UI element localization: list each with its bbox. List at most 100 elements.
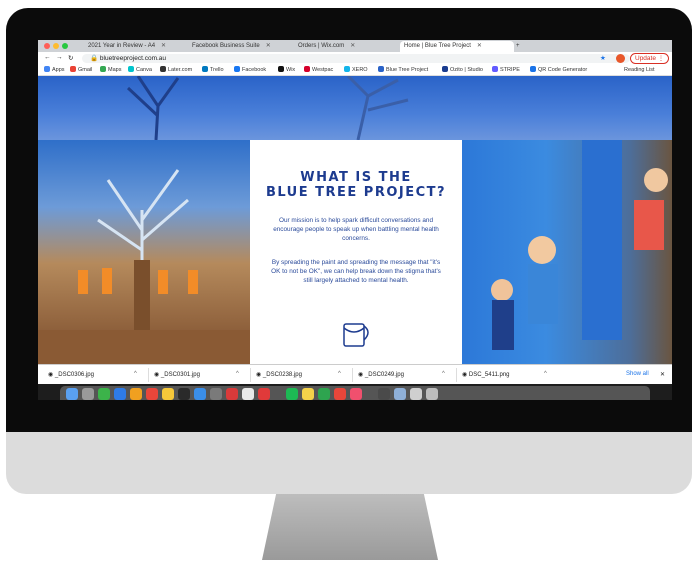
bookmark-label: Trello: [210, 67, 224, 73]
tab-wix-orders[interactable]: Orders | Wix.com ✕: [294, 41, 398, 52]
download-filename: _DSC0249.jpg: [364, 372, 404, 378]
hero-image: [38, 76, 672, 141]
reading-list[interactable]: Reading List: [624, 66, 655, 74]
minimize-window-icon[interactable]: [53, 43, 59, 49]
address-bar[interactable]: 🔒 bluetreeproject.com.au: [82, 54, 630, 63]
canva-icon: [128, 66, 134, 72]
trash-icon[interactable]: [426, 388, 438, 400]
music-icon[interactable]: [226, 388, 238, 400]
chrome-icon[interactable]: [242, 388, 254, 400]
downloads-bar: ◉ _DSC0306.jpg ^ ◉ _DSC0301.jpg ^ ◉ _DSC…: [38, 364, 672, 385]
bookmark-wix[interactable]: Wix: [278, 66, 295, 74]
close-icon[interactable]: ✕: [350, 43, 355, 49]
bookmark-westpac[interactable]: Westpac: [304, 66, 333, 74]
outback-tree-photo: [38, 140, 250, 364]
mail-icon[interactable]: [114, 388, 126, 400]
show-all-link[interactable]: Show all: [626, 371, 649, 377]
file-icon: ◉: [154, 372, 161, 378]
photo-booth-icon[interactable]: [334, 388, 346, 400]
tab-facebook-business[interactable]: Facebook Business Suite ✕: [188, 41, 292, 52]
bookmark-trello[interactable]: Trello: [202, 66, 224, 74]
bookmark-blue-tree[interactable]: Blue Tree Project: [378, 66, 428, 74]
tab-blue-tree-home[interactable]: Home | Blue Tree Project ✕: [400, 41, 514, 52]
xero-icon: [344, 66, 350, 72]
divider: [250, 368, 251, 382]
close-window-icon[interactable]: [44, 43, 50, 49]
bookmark-ozito[interactable]: Ozito | Studio: [442, 66, 483, 74]
maximize-window-icon[interactable]: [62, 43, 68, 49]
notes-icon[interactable]: [162, 388, 174, 400]
bookmark-xero[interactable]: XERO: [344, 66, 368, 74]
message-paragraph: By spreading the paint and spreading the…: [271, 259, 441, 284]
tab-year-in-review[interactable]: 2021 Year in Review - A4 ✕: [84, 41, 188, 52]
acrobat-icon[interactable]: [350, 388, 362, 400]
downloads-folder-icon[interactable]: [378, 388, 390, 400]
desktop-folder-icon[interactable]: [394, 388, 406, 400]
tab-label: Home | Blue Tree Project: [404, 43, 471, 49]
chevron-up-icon[interactable]: ^: [134, 371, 137, 377]
news-icon[interactable]: [258, 388, 270, 400]
close-icon[interactable]: ✕: [660, 371, 665, 378]
update-button[interactable]: Update ⋮: [630, 53, 670, 64]
download-filename: DSC_5411.png: [468, 372, 510, 378]
spotify-icon[interactable]: [286, 388, 298, 400]
messages-icon[interactable]: [98, 388, 110, 400]
profile-avatar[interactable]: [616, 54, 625, 63]
bookmark-qr[interactable]: QR Code Generator: [530, 66, 587, 74]
bookmark-facebook[interactable]: Facebook: [234, 66, 266, 74]
bookmark-canva[interactable]: Canva: [128, 66, 152, 74]
paint-bucket-icon: [343, 323, 369, 347]
download-item[interactable]: ◉ _DSC0301.jpg: [154, 371, 200, 378]
divider: [456, 368, 457, 382]
intro-panel: WHAT IS THE BLUE TREE PROJECT? Our missi…: [250, 140, 462, 364]
finder-icon[interactable]: [66, 388, 78, 400]
blue-tree-branches-image: [126, 76, 409, 141]
trello-icon: [202, 66, 208, 72]
back-icon[interactable]: ←: [44, 54, 51, 61]
download-item[interactable]: ◉ _DSC0306.jpg: [48, 371, 94, 378]
download-filename: _DSC0238.jpg: [262, 372, 302, 378]
new-tab-icon[interactable]: +: [512, 41, 526, 52]
bookmark-maps[interactable]: Maps: [100, 66, 121, 74]
download-item[interactable]: ◉ DSC_5411.png: [462, 371, 510, 378]
tab-label: 2021 Year in Review - A4: [88, 43, 156, 49]
bookmark-gmail[interactable]: Gmail: [70, 66, 92, 74]
qr-icon: [530, 66, 536, 72]
chevron-up-icon[interactable]: ^: [236, 371, 239, 377]
file-icon: ◉: [256, 372, 263, 378]
stickies-icon[interactable]: [302, 388, 314, 400]
settings-icon[interactable]: [210, 388, 222, 400]
bookmark-stripe[interactable]: STRIPE: [492, 66, 520, 74]
chevron-up-icon[interactable]: ^: [442, 371, 445, 377]
file-icon: ◉: [462, 372, 469, 378]
close-icon[interactable]: ✕: [266, 43, 271, 49]
bookmark-star-icon[interactable]: ★: [600, 54, 606, 62]
download-item[interactable]: ◉ _DSC0249.jpg: [358, 371, 404, 378]
launchpad-icon[interactable]: [82, 388, 94, 400]
app-store-icon[interactable]: [194, 388, 206, 400]
documents-folder-icon[interactable]: [410, 388, 422, 400]
forward-icon[interactable]: →: [56, 54, 63, 61]
chevron-up-icon[interactable]: ^: [338, 371, 341, 377]
bookmark-label: Later.com: [168, 67, 193, 73]
bookmarks-bar: Apps Gmail Maps Canva Later.com Trello F…: [38, 65, 672, 76]
bookmark-label: QR Code Generator: [538, 67, 588, 73]
bookmark-label: Gmail: [78, 67, 93, 73]
close-icon[interactable]: ✕: [161, 43, 166, 49]
calendar-icon[interactable]: [146, 388, 158, 400]
bookmark-later[interactable]: Later.com: [160, 66, 192, 74]
chevron-up-icon[interactable]: ^: [544, 371, 547, 377]
children-photo: [491, 140, 668, 350]
reload-icon[interactable]: ↻: [68, 54, 73, 62]
numbers-icon[interactable]: [318, 388, 330, 400]
westpac-icon: [304, 66, 310, 72]
terminal-icon[interactable]: [178, 388, 190, 400]
bookmark-label: Ozito | Studio: [450, 67, 483, 73]
download-item[interactable]: ◉ _DSC0238.jpg: [256, 371, 302, 378]
section-heading-line2: BLUE TREE PROJECT?: [265, 185, 447, 200]
bookmark-apps[interactable]: Apps: [44, 66, 65, 74]
toolbar: ← → ↻ 🔒 bluetreeproject.com.au ★ Update …: [38, 52, 672, 65]
painted-tree-photo: [38, 169, 250, 364]
photos-icon[interactable]: [130, 388, 142, 400]
close-icon[interactable]: ✕: [477, 43, 482, 49]
